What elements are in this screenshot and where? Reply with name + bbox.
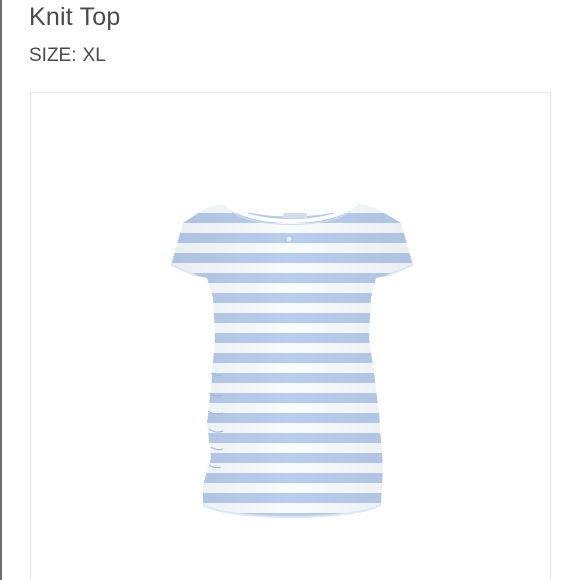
keyhole-button xyxy=(285,235,293,243)
size-label: SIZE: xyxy=(29,45,77,66)
product-image-card[interactable] xyxy=(30,92,551,580)
brand-tag xyxy=(283,213,307,218)
size-info: SIZE: XL xyxy=(29,44,106,68)
size-value: XL xyxy=(82,45,106,66)
product-page: Knit Top SIZE: XL xyxy=(0,0,580,580)
product-title: Knit Top xyxy=(29,3,121,31)
left-border-divider xyxy=(0,0,2,580)
striped-shirt xyxy=(171,203,413,517)
product-image[interactable] xyxy=(31,93,551,580)
